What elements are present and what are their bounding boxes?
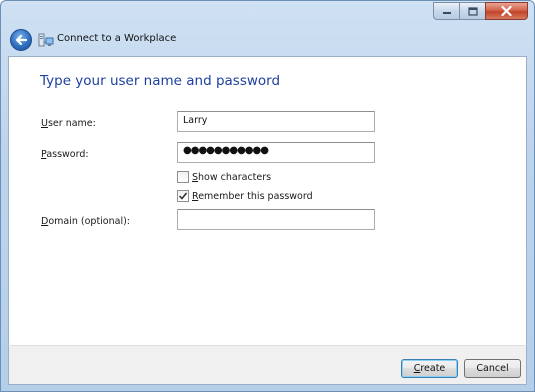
checkmark-icon bbox=[178, 192, 188, 200]
close-icon bbox=[501, 6, 512, 16]
domain-input[interactable] bbox=[177, 209, 375, 230]
remember-password-text: emember this password bbox=[198, 190, 313, 202]
password-input[interactable]: ●●●●●●●●●●● bbox=[177, 142, 375, 163]
username-label-text: ser name: bbox=[47, 118, 96, 129]
remember-password-checkbox[interactable] bbox=[177, 190, 189, 202]
navigation-bar: Connect to a Workplace bbox=[1, 23, 534, 57]
username-value: Larry bbox=[183, 115, 208, 126]
create-button[interactable]: Create bbox=[401, 359, 458, 378]
show-characters-checkbox[interactable] bbox=[177, 171, 189, 183]
minimize-icon bbox=[442, 12, 451, 14]
content-panel: Type your user name and password User na… bbox=[8, 56, 527, 345]
show-characters-option[interactable]: Show characters bbox=[177, 171, 271, 183]
network-connection-icon bbox=[38, 33, 54, 47]
button-bar: Create Cancel bbox=[8, 345, 527, 385]
password-label-text: assword: bbox=[46, 149, 89, 160]
show-characters-text: how characters bbox=[198, 171, 272, 183]
create-text: reate bbox=[420, 363, 446, 374]
maximize-icon bbox=[467, 6, 478, 16]
minimize-button[interactable] bbox=[433, 2, 459, 20]
create-accel: C bbox=[413, 363, 421, 374]
caption-buttons bbox=[433, 2, 528, 20]
cancel-button[interactable]: Cancel bbox=[464, 359, 521, 378]
password-value: ●●●●●●●●●●● bbox=[183, 145, 269, 156]
username-label-accel: U bbox=[41, 118, 48, 129]
username-label: User name: bbox=[41, 118, 96, 129]
password-label: Password: bbox=[41, 149, 89, 160]
wizard-window: Connect to a Workplace Type your user na… bbox=[0, 0, 535, 392]
remember-password-option[interactable]: Remember this password bbox=[177, 190, 313, 202]
back-button[interactable] bbox=[10, 29, 32, 51]
username-input[interactable]: Larry bbox=[177, 111, 375, 132]
remember-password-label: Remember this password bbox=[192, 191, 313, 202]
maximize-button[interactable] bbox=[459, 2, 485, 20]
domain-label-text: omain (optional): bbox=[48, 216, 131, 227]
domain-label: Domain (optional): bbox=[41, 216, 130, 227]
back-arrow-icon bbox=[15, 34, 28, 46]
show-characters-label: Show characters bbox=[192, 172, 271, 183]
close-button[interactable] bbox=[485, 2, 528, 20]
page-heading: Type your user name and password bbox=[40, 73, 281, 89]
window-title: Connect to a Workplace bbox=[57, 33, 177, 44]
